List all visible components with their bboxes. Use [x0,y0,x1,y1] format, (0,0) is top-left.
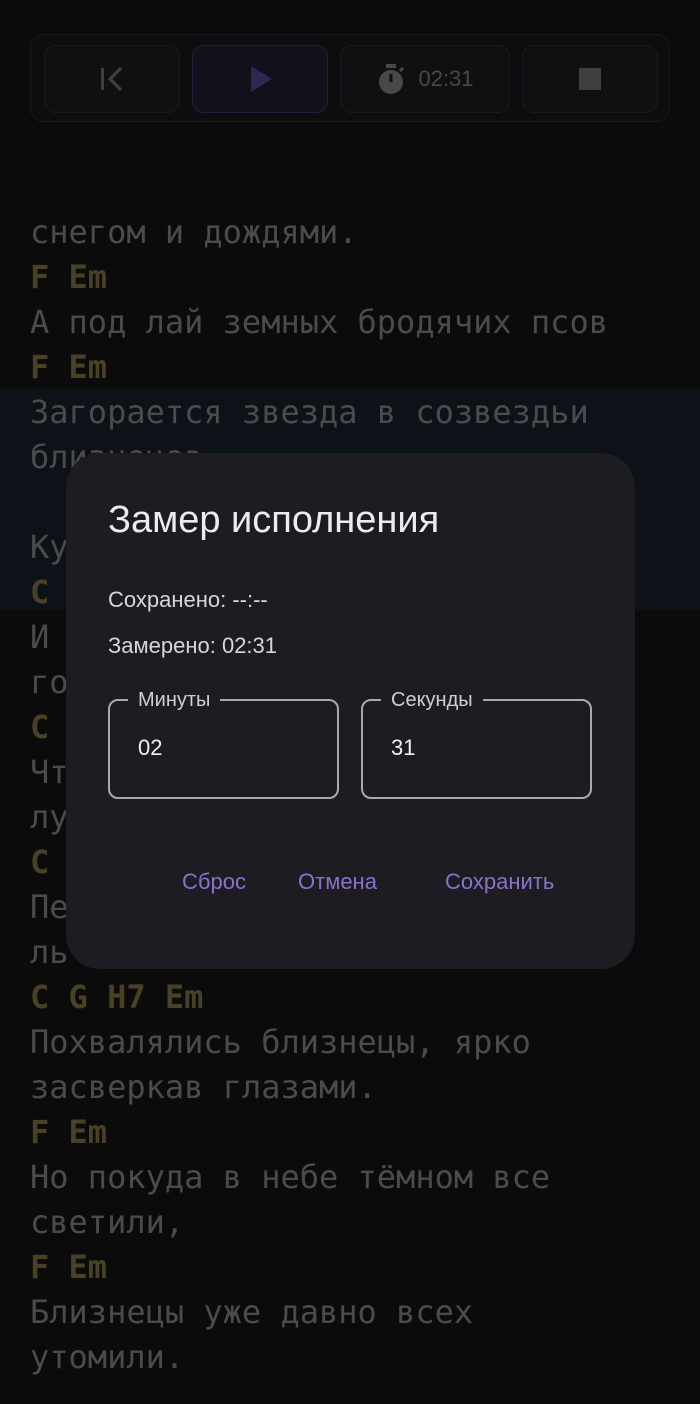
cancel-button[interactable]: Отмена [298,869,377,895]
minutes-value[interactable]: 02 [138,735,162,761]
timing-dialog: Замер исполнения Сохранено: --:-- Замере… [66,453,635,969]
seconds-field[interactable]: Секунды 31 [361,687,592,799]
saved-time-text: Сохранено: --:-- [108,587,268,612]
seconds-label: Секунды [381,687,483,713]
save-button[interactable]: Сохранить [445,869,554,895]
measured-time-text: Замерено: 02:31 [108,633,278,658]
dialog-title: Замер исполнения [108,499,440,541]
minutes-field[interactable]: Минуты 02 [108,687,339,799]
reset-button[interactable]: Сброс [182,869,246,895]
seconds-value[interactable]: 31 [391,735,415,761]
minutes-label: Минуты [128,687,221,713]
